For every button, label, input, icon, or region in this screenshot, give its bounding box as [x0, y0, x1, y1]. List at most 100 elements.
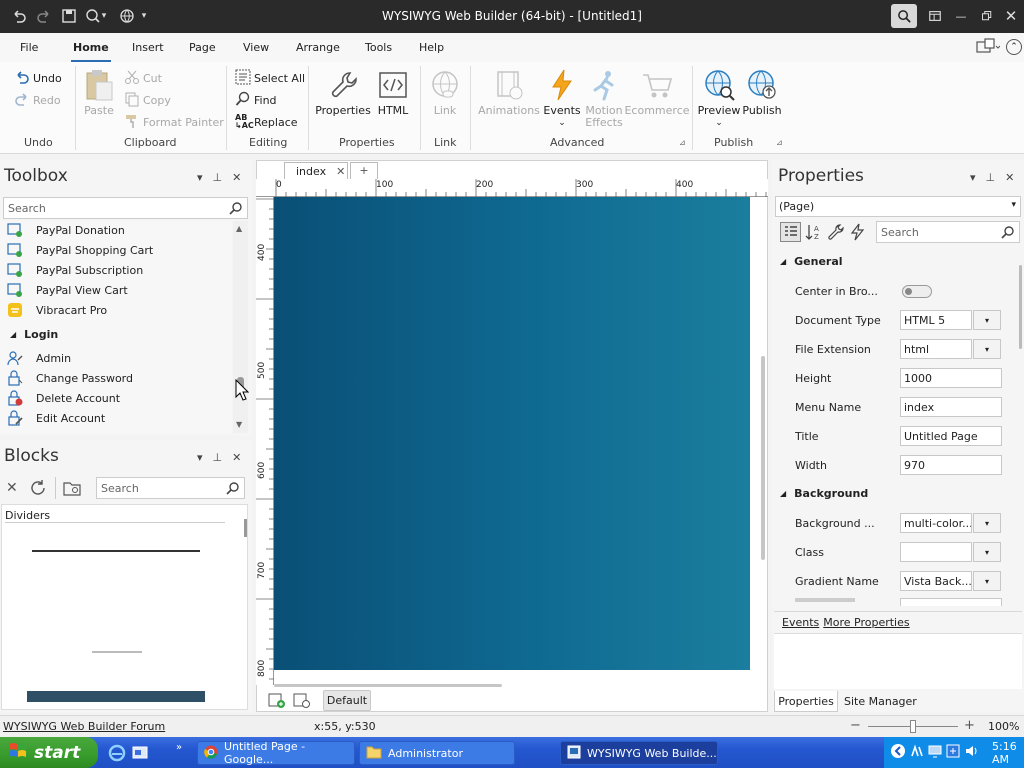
scroll-down-icon[interactable]: ▼ — [236, 420, 242, 429]
menu-page[interactable]: Page — [189, 41, 216, 54]
restore-button[interactable] — [974, 4, 1000, 28]
category-general[interactable]: ◢ General — [780, 255, 843, 268]
close-icon[interactable]: ✕ — [232, 171, 241, 184]
tab-properties[interactable]: Properties — [774, 691, 838, 712]
pin-icon[interactable]: ⊥ — [986, 171, 996, 184]
motion-effects-button[interactable]: Motion Effects — [583, 68, 625, 129]
lightning-icon[interactable] — [849, 223, 865, 244]
list-item[interactable]: Edit Account — [6, 408, 105, 428]
display-settings-icon[interactable] — [976, 38, 1001, 56]
cut-button[interactable]: Cut — [124, 69, 162, 87]
close-icon[interactable]: ✕ — [6, 480, 18, 496]
taskbar-item-explorer[interactable]: Administrator — [359, 741, 515, 765]
page-canvas[interactable] — [274, 197, 750, 670]
more-properties-link[interactable]: More Properties — [823, 616, 909, 629]
refresh-icon[interactable] — [29, 479, 47, 500]
add-page-icon[interactable] — [268, 692, 286, 711]
menu-file[interactable]: File — [20, 41, 38, 54]
properties-button[interactable]: Properties — [315, 68, 371, 117]
block-divider-line[interactable] — [32, 550, 200, 552]
security-icon[interactable] — [946, 744, 960, 761]
chevron-down-icon[interactable]: ▾ — [973, 310, 1001, 330]
list-item[interactable]: Admin — [6, 348, 71, 368]
categorized-view-icon[interactable] — [780, 222, 801, 242]
blocks-search-input[interactable]: Search — [96, 477, 245, 499]
menu-name-input[interactable]: index — [900, 397, 1002, 417]
list-item[interactable]: PayPal Donation — [6, 221, 125, 240]
search-icon[interactable] — [891, 4, 917, 28]
pin-icon[interactable]: ⊥ — [213, 171, 223, 184]
blocks-scrollbar-thumb[interactable] — [244, 519, 247, 537]
dialog-launcher-icon[interactable]: ⊿ — [679, 138, 686, 147]
events-button[interactable]: Events ⌄ — [543, 68, 581, 129]
dialog-launcher-icon[interactable]: ⊿ — [776, 138, 783, 147]
list-item[interactable]: Change Password — [6, 368, 133, 388]
format-painter-button[interactable]: Format Painter — [124, 113, 224, 131]
redo-button[interactable]: Redo — [14, 91, 61, 109]
object-selector[interactable]: (Page) ▾ — [775, 196, 1021, 217]
events-link[interactable]: Events — [782, 616, 819, 629]
close-icon[interactable]: ✕ — [232, 451, 241, 464]
zoom-out-button[interactable]: − — [850, 718, 861, 733]
page-settings-icon[interactable] — [293, 692, 311, 711]
close-icon[interactable]: ✕ — [1005, 171, 1014, 184]
menu-arrange[interactable]: Arrange — [296, 41, 340, 54]
horizontal-scrollbar-thumb[interactable] — [274, 684, 502, 687]
collapse-ribbon-icon[interactable]: ⌃ — [1006, 39, 1022, 55]
publish-button[interactable]: Publish — [741, 68, 783, 117]
block-divider-text[interactable] — [92, 651, 142, 653]
chevron-down-icon[interactable]: ▾ — [973, 571, 1001, 591]
chevron-down-icon[interactable]: ▾ — [197, 451, 203, 464]
document-type-dropdown[interactable]: HTML 5 — [900, 310, 972, 330]
category-background[interactable]: ◢ Background — [780, 487, 868, 500]
tab-site-manager[interactable]: Site Manager — [844, 695, 917, 708]
menu-tools[interactable]: Tools — [365, 41, 392, 54]
class-dropdown[interactable] — [900, 542, 972, 562]
start-button[interactable]: start — [0, 737, 98, 768]
list-item[interactable]: Delete Account — [6, 388, 120, 408]
menu-insert[interactable]: Insert — [132, 41, 164, 54]
list-item[interactable]: PayPal View Cart — [6, 280, 128, 300]
chevron-down-icon[interactable]: ▾ — [973, 513, 1001, 533]
quick-launch-expand-icon[interactable]: » — [176, 742, 182, 753]
height-input[interactable]: 1000 — [900, 368, 1002, 388]
chevron-down-icon[interactable]: ▾ — [197, 171, 203, 184]
find-button[interactable]: Find — [235, 91, 277, 109]
width-input[interactable]: 970 — [900, 455, 1002, 475]
replace-button[interactable]: AB ↳AC Replace — [235, 113, 298, 131]
center-in-browser-toggle[interactable] — [902, 285, 932, 298]
list-item[interactable]: PayPal Shopping Cart — [6, 240, 153, 260]
menu-help[interactable]: Help — [419, 41, 444, 54]
select-all-button[interactable]: Select All — [235, 69, 305, 87]
animations-button[interactable]: Animations — [478, 68, 540, 117]
link-button[interactable]: Link — [428, 68, 462, 117]
tab-index[interactable]: index ✕ — [284, 162, 348, 180]
taskbar-item-wysiwyg[interactable]: WYSIWYG Web Builde... — [560, 741, 718, 765]
default-view-button[interactable]: Default — [323, 690, 371, 711]
wrench-icon[interactable] — [827, 223, 845, 244]
html-button[interactable]: HTML — [376, 68, 410, 117]
forum-link[interactable]: WYSIWYG Web Builder Forum — [3, 720, 165, 733]
block-divider-bar[interactable] — [27, 691, 205, 702]
copy-button[interactable]: Copy — [124, 91, 171, 109]
gradient-name-dropdown[interactable]: Vista Back... — [900, 571, 972, 591]
zoom-in-button[interactable]: + — [964, 718, 975, 733]
list-item[interactable]: Vibracart Pro — [6, 300, 107, 320]
folder-icon[interactable] — [63, 480, 81, 499]
list-item[interactable]: PayPal Subscription — [6, 260, 143, 280]
ie-icon[interactable] — [108, 744, 126, 765]
category-header-login[interactable]: ◢ Login — [10, 328, 58, 341]
vertical-scrollbar-thumb[interactable] — [761, 356, 765, 560]
paste-button[interactable]: Paste — [82, 68, 116, 117]
properties-search-input[interactable]: Search — [876, 221, 1020, 243]
add-tab-button[interactable]: + — [350, 162, 378, 179]
chevron-down-icon[interactable]: ▾ — [970, 171, 976, 184]
preview-button[interactable]: Preview ⌄ — [698, 68, 740, 129]
pin-icon[interactable]: ⊥ — [213, 451, 223, 464]
title-input[interactable]: Untitled Page — [900, 426, 1002, 446]
zoom-slider-thumb[interactable] — [910, 720, 916, 733]
taskbar-item-chrome[interactable]: Untitled Page - Google... — [197, 740, 355, 766]
properties-scrollbar-thumb[interactable] — [1019, 265, 1022, 349]
network-icon[interactable] — [910, 744, 924, 761]
monitor-icon[interactable] — [928, 744, 942, 761]
